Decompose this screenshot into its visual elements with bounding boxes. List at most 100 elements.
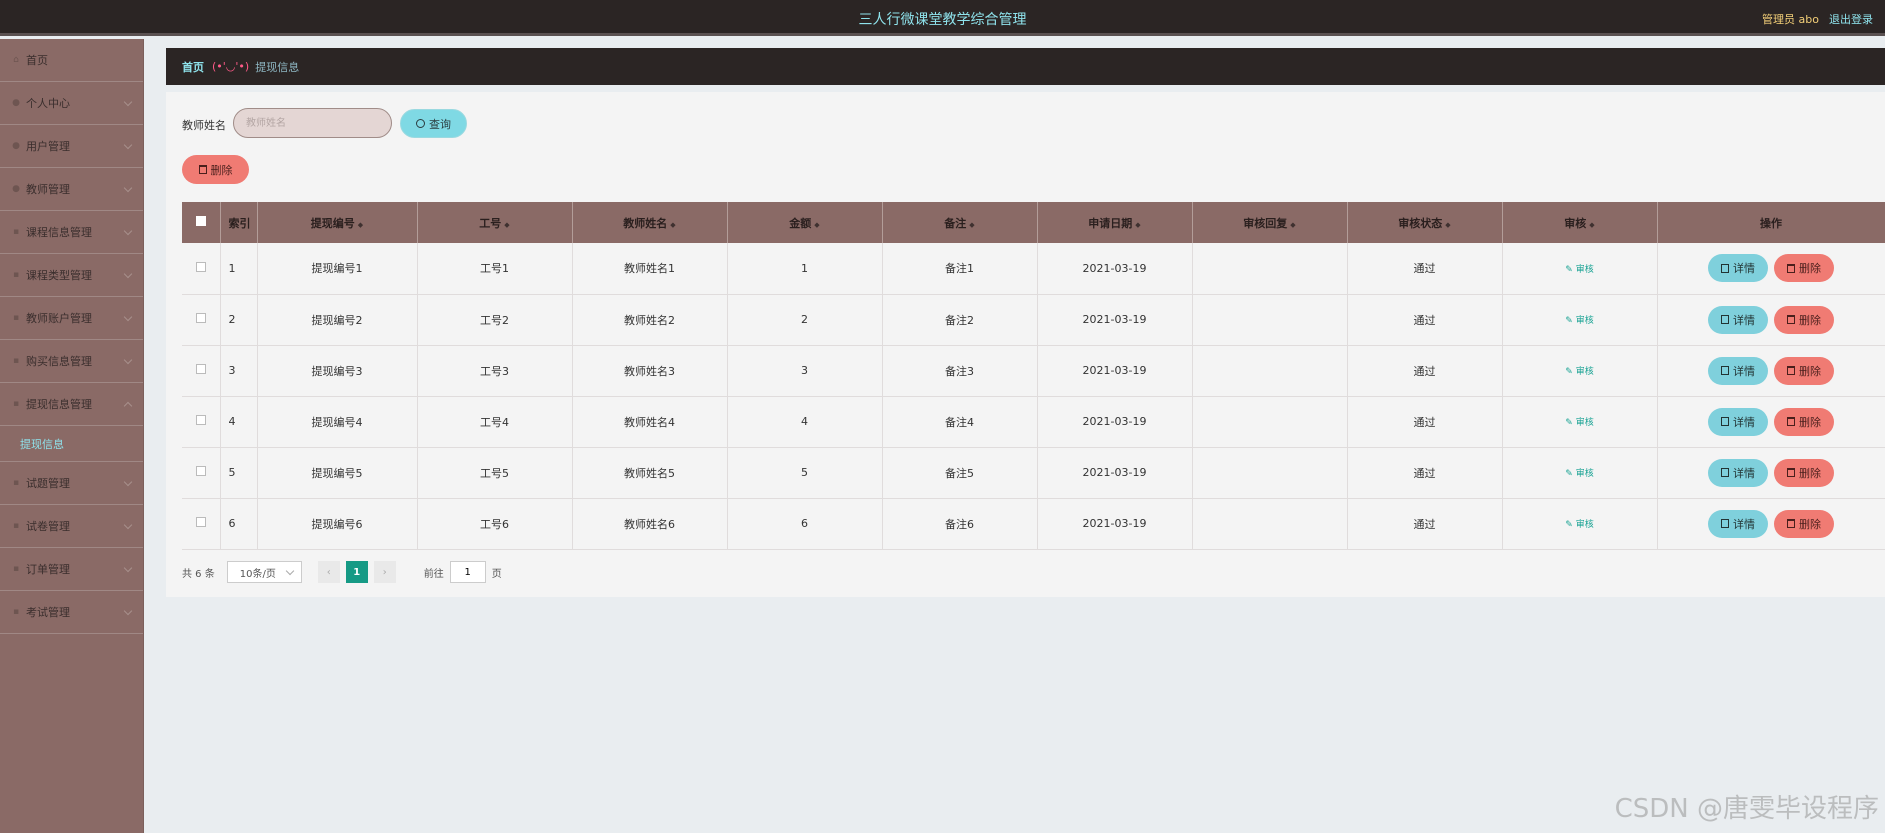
delete-button[interactable]: 删除 xyxy=(1774,509,1834,538)
chevron-down-icon xyxy=(123,226,133,236)
detail-button[interactable]: 详情 xyxy=(1708,509,1768,538)
detail-button[interactable]: 详情 xyxy=(1708,305,1768,334)
delete-button[interactable]: 删除 xyxy=(1774,356,1834,385)
delete-label: 删除 xyxy=(1799,364,1821,378)
detail-button[interactable]: 详情 xyxy=(1708,254,1768,283)
cell-amount: 6 xyxy=(727,498,883,550)
col-header-amount[interactable]: 金额 ◆ xyxy=(727,202,883,243)
cell-date: 2021-03-19 xyxy=(1037,498,1193,550)
cell-note: 备注1 xyxy=(882,243,1038,295)
audit-link[interactable]: ✎ 审核 xyxy=(1565,367,1593,377)
sidebar-item-label: 试题管理 xyxy=(26,477,70,490)
cell-status: 通过 xyxy=(1347,447,1503,499)
cell-audit: ✎ 审核 xyxy=(1502,294,1658,346)
row-checkbox[interactable] xyxy=(195,415,206,425)
select-all-checkbox[interactable] xyxy=(195,216,206,226)
goto-page-input[interactable] xyxy=(449,561,486,583)
audit-link[interactable]: ✎ 审核 xyxy=(1565,469,1593,479)
audit-label: 审核 xyxy=(1575,367,1594,377)
cell-date: 2021-03-19 xyxy=(1037,396,1193,448)
pagination: 共 6 条 10条/页 ‹ 1 › 前往 页 xyxy=(182,561,502,583)
sidebar-item-teachers[interactable]: ● 教师管理 xyxy=(0,168,143,211)
sidebar-item-label: 购买信息管理 xyxy=(26,355,92,368)
delete-button[interactable]: 删除 xyxy=(1774,407,1834,436)
sidebar-item-exams[interactable]: ▪ 考试管理 xyxy=(0,591,143,634)
delete-button[interactable]: 删除 xyxy=(1774,305,1834,334)
cell-teacher: 教师姓名2 xyxy=(572,294,728,346)
delete-button[interactable]: 删除 xyxy=(1774,458,1834,487)
col-header-status[interactable]: 审核状态 ◆ xyxy=(1347,202,1503,243)
col-header-date[interactable]: 申请日期 ◆ xyxy=(1037,202,1193,243)
sidebar-item-orders[interactable]: ▪ 订单管理 xyxy=(0,548,143,591)
sidebar-item-teacher-account[interactable]: ▪ 教师账户管理 xyxy=(0,297,143,340)
cell-teacher: 教师姓名3 xyxy=(572,345,728,397)
cell-audit: ✎ 审核 xyxy=(1502,447,1658,499)
sidebar-item-purchase[interactable]: ▪ 购买信息管理 xyxy=(0,340,143,383)
sidebar-item-course-info[interactable]: ▪ 课程信息管理 xyxy=(0,211,143,254)
cell-job-no: 工号1 xyxy=(417,243,573,295)
table-row: 3 提现编号3 工号3 教师姓名3 3 备注3 2021-03-19 通过 ✎ … xyxy=(182,345,1885,397)
logout-link[interactable]: 退出登录 xyxy=(1829,11,1885,27)
sidebar-item-course-type[interactable]: ▪ 课程类型管理 xyxy=(0,254,143,297)
table-row: 4 提现编号4 工号4 教师姓名4 4 备注4 2021-03-19 通过 ✎ … xyxy=(182,396,1885,448)
cell-index: 3 xyxy=(220,345,258,397)
audit-link[interactable]: ✎ 审核 xyxy=(1565,418,1593,428)
col-header-audit[interactable]: 审核 ◆ xyxy=(1502,202,1658,243)
detail-button[interactable]: 详情 xyxy=(1708,458,1768,487)
sidebar-item-questions[interactable]: ▪ 试题管理 xyxy=(0,462,143,505)
row-checkbox[interactable] xyxy=(195,313,206,323)
sidebar-item-label: 课程信息管理 xyxy=(26,226,92,239)
row-checkbox[interactable] xyxy=(195,364,206,374)
col-header-label: 审核状态 xyxy=(1398,216,1443,230)
teacher-name-input[interactable] xyxy=(233,108,392,138)
grid-icon: ▪ xyxy=(12,478,20,488)
page-size-select[interactable]: 10条/页 xyxy=(226,561,302,583)
detail-button[interactable]: 详情 xyxy=(1708,356,1768,385)
row-checkbox[interactable] xyxy=(195,466,206,476)
sidebar-item-label: 教师账户管理 xyxy=(26,312,92,325)
cell-status: 通过 xyxy=(1347,294,1503,346)
sidebar-item-home[interactable]: ⌂ 首页 xyxy=(0,39,143,82)
detail-label: 详情 xyxy=(1733,415,1755,429)
cell-reply xyxy=(1192,396,1348,448)
col-header-teacher[interactable]: 教师姓名 ◆ xyxy=(572,202,728,243)
cell-no: 提现编号6 xyxy=(257,498,418,550)
row-checkbox[interactable] xyxy=(195,261,206,272)
sidebar-item-profile[interactable]: ● 个人中心 xyxy=(0,82,143,125)
row-select-cell xyxy=(182,498,221,550)
delete-button[interactable]: 删除 xyxy=(1774,254,1834,283)
batch-delete-button[interactable]: 删除 xyxy=(182,155,249,184)
admin-user[interactable]: 管理员 abo xyxy=(1762,11,1819,27)
sidebar-subitem-withdraw-info[interactable]: 提现信息 xyxy=(0,426,143,462)
detail-button[interactable]: 详情 xyxy=(1708,407,1768,436)
sort-icon: ◆ xyxy=(1589,220,1595,229)
col-header-no[interactable]: 提现编号 ◆ xyxy=(257,202,418,243)
cell-actions: 详情 删除 xyxy=(1657,243,1885,295)
audit-link[interactable]: ✎ 审核 xyxy=(1565,520,1593,530)
cell-reply xyxy=(1192,345,1348,397)
sidebar-item-label: 提现信息管理 xyxy=(26,398,92,411)
col-header-reply[interactable]: 审核回复 ◆ xyxy=(1192,202,1348,243)
audit-link[interactable]: ✎ 审核 xyxy=(1565,265,1593,275)
row-checkbox[interactable] xyxy=(195,517,206,527)
page-number-current[interactable]: 1 xyxy=(345,561,368,583)
cell-amount: 3 xyxy=(727,345,883,397)
audit-label: 审核 xyxy=(1575,520,1594,530)
breadcrumb-home[interactable]: 首页 xyxy=(182,59,204,75)
next-page-button[interactable]: › xyxy=(373,561,396,583)
col-header-job-no[interactable]: 工号 ◆ xyxy=(417,202,573,243)
sidebar-item-papers[interactable]: ▪ 试卷管理 xyxy=(0,505,143,548)
prev-page-button[interactable]: ‹ xyxy=(317,561,340,583)
cell-note: 备注3 xyxy=(882,345,1038,397)
sidebar-item-withdraw[interactable]: ▪ 提现信息管理 xyxy=(0,383,143,426)
cell-amount: 1 xyxy=(727,243,883,295)
col-header-label: 申请日期 xyxy=(1088,216,1133,230)
col-header-note[interactable]: 备注 ◆ xyxy=(882,202,1038,243)
cell-audit: ✎ 审核 xyxy=(1502,345,1658,397)
trash-icon xyxy=(1787,417,1795,426)
query-button[interactable]: 查询 xyxy=(400,109,467,138)
top-bar: 三人行微课堂教学综合管理 管理员 abo 退出登录 xyxy=(0,0,1885,36)
cell-note: 备注2 xyxy=(882,294,1038,346)
sidebar-item-users[interactable]: ● 用户管理 xyxy=(0,125,143,168)
audit-link[interactable]: ✎ 审核 xyxy=(1565,316,1593,326)
